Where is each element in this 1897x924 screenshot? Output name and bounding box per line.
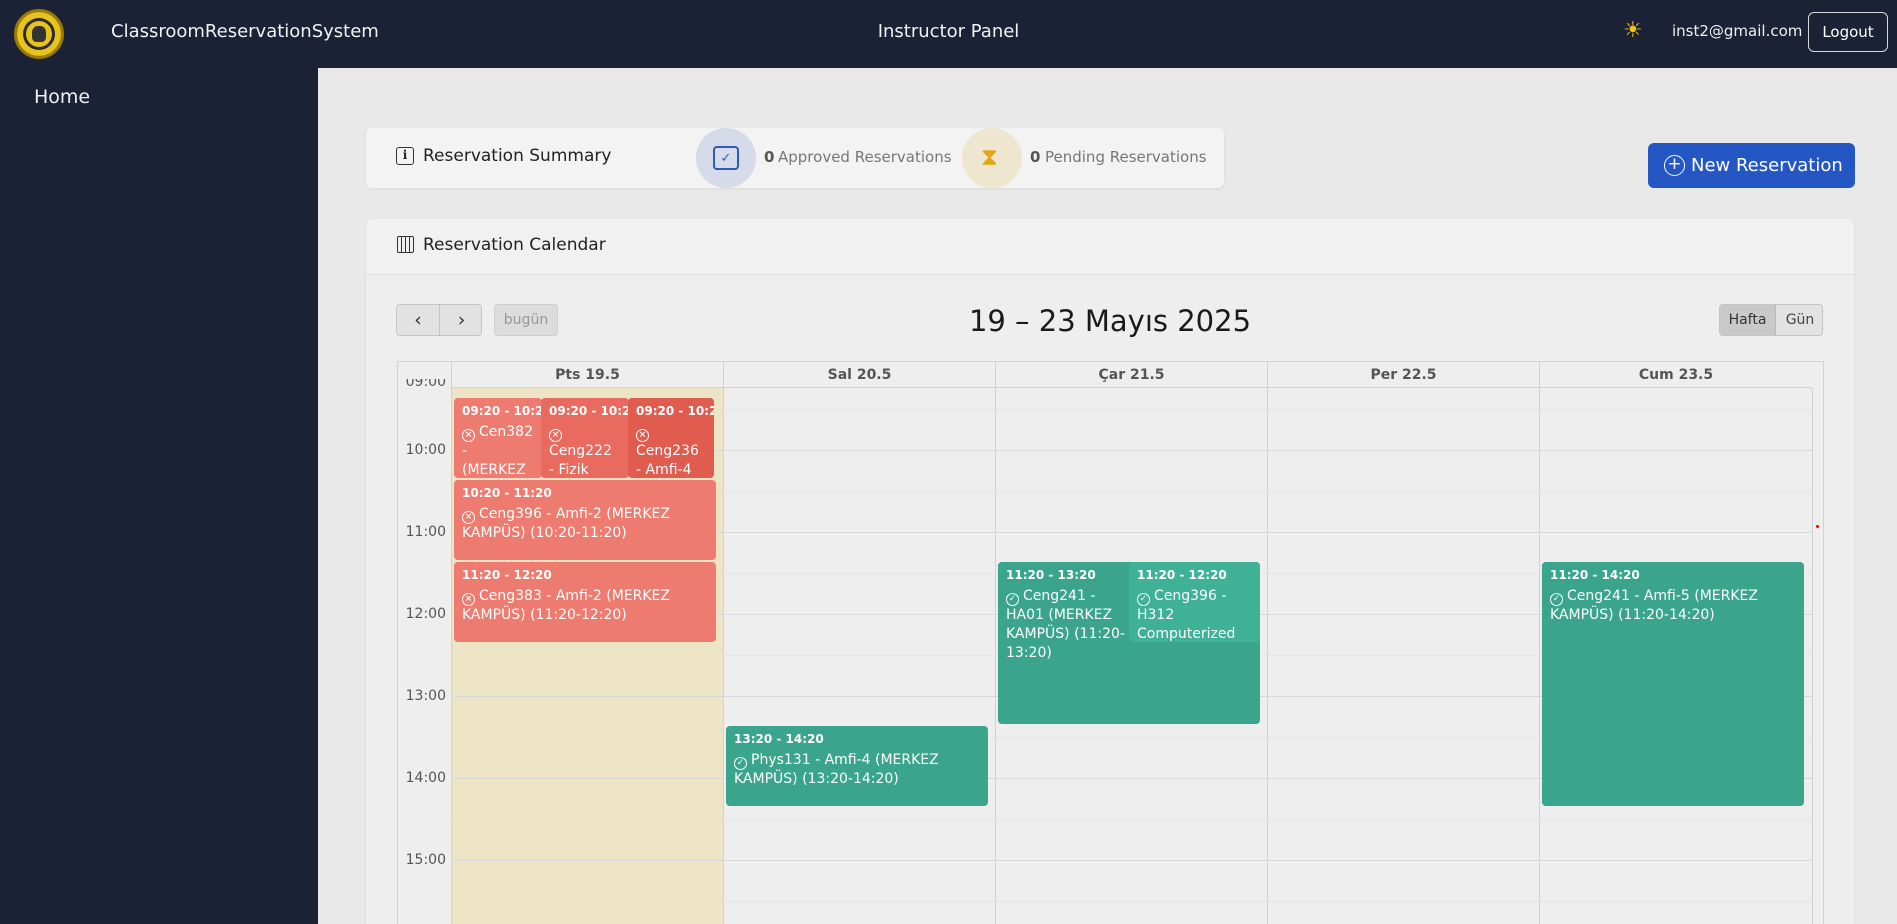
event-time: 09:20 - 10:20 (549, 404, 629, 418)
event-time: 09:20 - 10:20 (636, 404, 714, 418)
calendar-card-header: Reservation Calendar (366, 219, 1854, 275)
reservation-event[interactable]: 13:20 - 14:20 ✓ Phys131 - Amfi-4 (MERKEZ … (726, 726, 988, 806)
reservation-event[interactable]: 11:20 - 12:20 ✓ Ceng396 - H312 Computeriz… (1129, 562, 1260, 642)
event-title: Ceng222 - Fizik Lab. 1 (MERKEZ KAMPÜS) (… (549, 443, 612, 478)
event-title: Ceng383 - Amfi-2 (MERKEZ KAMPÜS) (11:20-… (462, 588, 670, 623)
calendar-title: Reservation Calendar (423, 235, 606, 255)
prev-week-button[interactable]: ‹ (397, 305, 440, 335)
event-title: Phys131 - Amfi-4 (MERKEZ KAMPÜS) (13:20-… (734, 752, 939, 787)
app-title[interactable]: ClassroomReservationSystem (111, 21, 379, 42)
calendar-grid: Pts 19.5 Sal 20.5 Çar 21.5 Per 22.5 Cum … (397, 361, 1824, 924)
grid-vline (1812, 388, 1813, 924)
grid-vline (995, 388, 996, 924)
day-header-tue: Sal 20.5 (723, 362, 995, 388)
time-label: 15:00 (405, 852, 446, 868)
event-title: Ceng396 - H312 Computerized (1137, 588, 1236, 642)
approved-check-icon: ✓ (1006, 593, 1019, 606)
event-title: Ceng241 - HA01 (MERKEZ KAMPÜS) (11:20-13… (1006, 588, 1125, 661)
rejected-x-icon: × (636, 429, 649, 442)
event-title: Ceng241 - Amfi-5 (MERKEZ KAMPÜS) (11:20-… (1550, 588, 1758, 623)
approved-label: Approved Reservations (778, 148, 952, 166)
sidebar: Home (0, 68, 318, 924)
day-header-fri: Cum 23.5 (1539, 362, 1812, 388)
grid-vline (1539, 388, 1540, 924)
event-title: Ceng396 - Amfi-2 (MERKEZ KAMPÜS) (10:20-… (462, 506, 670, 541)
hourglass-icon: ⧗ (981, 143, 998, 171)
time-label: 12:00 (405, 606, 446, 622)
pending-label: Pending Reservations (1045, 148, 1207, 166)
day-header-wed: Çar 21.5 (995, 362, 1267, 388)
reservation-event[interactable]: 11:20 - 14:20 ✓ Ceng241 - Amfi-5 (MERKEZ … (1542, 562, 1804, 806)
day-view-button[interactable]: Gün (1776, 305, 1822, 335)
pending-count: 0 (1030, 148, 1041, 166)
approved-check-icon: ✓ (734, 757, 747, 770)
day-header-thu: Per 22.5 (1267, 362, 1539, 388)
event-time: 09:20 - 10:20 (462, 404, 542, 418)
week-view-button[interactable]: Hafta (1720, 305, 1776, 335)
day-header-mon: Pts 19.5 (451, 362, 723, 388)
view-toggle-group: Hafta Gün (1719, 304, 1823, 336)
sun-icon[interactable]: ☀ (1623, 18, 1643, 43)
rejected-x-icon: × (462, 593, 475, 606)
plus-circle-icon[interactable]: + (1664, 155, 1685, 176)
grid-vline (451, 388, 452, 924)
approved-check-icon: ✓ (1137, 593, 1150, 606)
reservation-event[interactable]: 11:20 - 12:20 × Ceng383 - Amfi-2 (MERKEZ … (454, 562, 716, 642)
reservation-event[interactable]: 09:20 - 10:20 ×Ceng222 - Fizik Lab. 1 (M… (541, 398, 629, 478)
approved-icon-circle: ✓ (696, 128, 756, 188)
grid-vline (723, 388, 724, 924)
logout-button[interactable]: Logout (1808, 12, 1888, 52)
reservation-event[interactable]: 10:20 - 11:20 × Ceng396 - Amfi-2 (MERKEZ … (454, 480, 716, 560)
event-time: 11:20 - 12:20 (462, 568, 552, 582)
event-time: 11:20 - 12:20 (1137, 568, 1227, 582)
top-navbar: ClassroomReservationSystem Instructor Pa… (0, 0, 1897, 68)
calendar-icon (397, 236, 414, 253)
grid-vline (1267, 388, 1268, 924)
rejected-x-icon: × (549, 429, 562, 442)
time-label: 13:00 (405, 688, 446, 704)
sidebar-item-home[interactable]: Home (34, 86, 90, 108)
time-label: 14:00 (405, 770, 446, 786)
grid-hline (451, 860, 1812, 861)
summary-title: Reservation Summary (423, 146, 612, 166)
approved-check-icon: ✓ (1550, 593, 1563, 606)
reservation-event[interactable]: 09:20 - 10:20 ×Ceng236 - Amfi-4 (628, 398, 714, 478)
calendar-nav-group: ‹ › (396, 304, 482, 336)
event-title: Ceng236 - Amfi-4 (636, 443, 699, 478)
grid-hline (451, 819, 1812, 820)
reservation-event[interactable]: 09:20 - 10:20 ×Cen382 - (MERKEZ KAMPÜS) … (454, 398, 542, 478)
event-time: 10:20 - 11:20 (462, 486, 552, 500)
event-time: 11:20 - 14:20 (1550, 568, 1640, 582)
event-time: 13:20 - 14:20 (734, 732, 824, 746)
cursor-dot (1816, 525, 1819, 528)
calendar-check-icon: ✓ (713, 146, 739, 170)
reservation-summary-card: i Reservation Summary ✓ 0 Approved Reser… (366, 128, 1224, 188)
time-label: 11:00 (405, 524, 446, 540)
calendar-range-title: 19 – 23 Mayıs 2025 (968, 304, 1252, 338)
pending-icon-circle: ⧗ (962, 128, 1022, 188)
grid-hline (451, 901, 1812, 902)
reservation-calendar-card: Reservation Calendar ‹ › bugün 19 – 23 M… (366, 219, 1854, 924)
info-icon: i (396, 147, 414, 165)
next-week-button[interactable]: › (440, 305, 483, 335)
rejected-x-icon: × (462, 511, 475, 524)
rejected-x-icon: × (462, 429, 475, 442)
university-logo-icon[interactable] (14, 9, 64, 59)
approved-count: 0 (764, 148, 775, 166)
time-label: 10:00 (405, 442, 446, 458)
user-email: inst2@gmail.com (1672, 22, 1803, 40)
today-button[interactable]: bugün (494, 304, 558, 336)
time-label: 09:00 (405, 379, 446, 390)
